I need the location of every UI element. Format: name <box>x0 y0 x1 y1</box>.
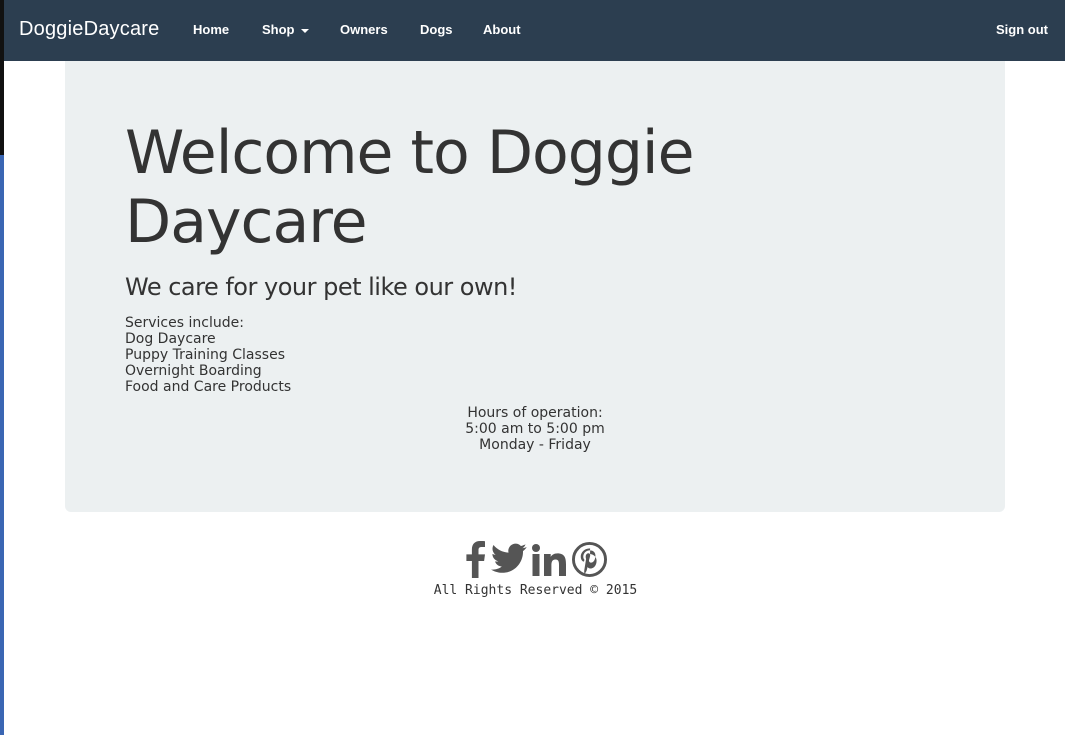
top-navbar: DoggieDaycare Home Shop Owners Dogs Abou… <box>4 0 1065 61</box>
service-item: Food and Care Products <box>125 379 292 395</box>
pinterest-icon[interactable] <box>572 542 607 577</box>
jumbotron: Welcome to Doggie Daycare We care for yo… <box>65 61 1005 512</box>
service-item: Dog Daycare <box>125 331 216 347</box>
copyright-text: All Rights Reserved © 2015 <box>433 583 638 598</box>
services-list: Services include: Dog Daycare Puppy Trai… <box>125 315 291 395</box>
page-subtitle: We care for your pet like our own! <box>125 273 517 301</box>
hours-time: 5:00 am to 5:00 pm <box>465 421 605 437</box>
twitter-icon[interactable] <box>491 543 527 574</box>
nav-owners[interactable]: Owners <box>340 22 388 37</box>
services-heading: Services include: <box>125 315 244 331</box>
sign-out-link[interactable]: Sign out <box>996 22 1048 37</box>
hours-heading: Hours of operation: <box>467 405 603 421</box>
facebook-icon[interactable] <box>463 540 487 578</box>
caret-down-icon <box>300 28 309 33</box>
hours-of-operation: Hours of operation: 5:00 am to 5:00 pm M… <box>65 405 1005 453</box>
hours-days: Monday - Friday <box>479 437 591 453</box>
nav-dogs[interactable]: Dogs <box>420 22 453 37</box>
page-title: Welcome to Doggie Daycare <box>125 118 695 257</box>
linkedin-icon[interactable] <box>532 544 566 576</box>
service-item: Puppy Training Classes <box>125 347 286 363</box>
service-item: Overnight Boarding <box>125 363 262 379</box>
nav-about[interactable]: About <box>483 22 521 37</box>
social-links <box>463 540 609 580</box>
nav-home[interactable]: Home <box>193 22 229 37</box>
nav-shop-label: Shop <box>262 22 295 37</box>
nav-shop-dropdown[interactable]: Shop <box>262 22 309 37</box>
brand-link[interactable]: DoggieDaycare <box>19 18 159 41</box>
